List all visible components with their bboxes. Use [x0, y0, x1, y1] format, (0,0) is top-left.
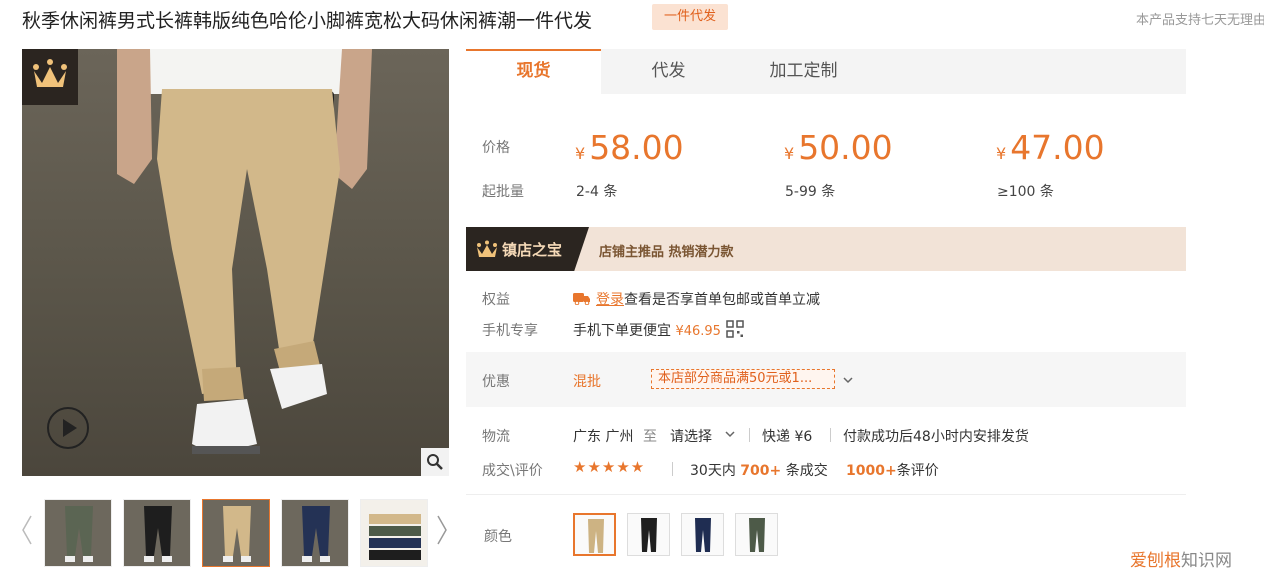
moq-label: 起批量	[482, 184, 524, 200]
treasure-badge: 镇店之宝	[466, 227, 589, 271]
price-tier-1: ¥58.00	[575, 128, 684, 167]
reviews-count: 1000+	[846, 463, 897, 479]
ship-origin: 广东 广州	[573, 429, 634, 445]
divider	[749, 428, 750, 442]
deals-suffix: 条成交	[785, 463, 828, 479]
return-policy-notice: 本产品支持七天无理由	[1136, 13, 1264, 28]
divider	[672, 462, 673, 476]
mobile-price: ¥46.95	[675, 324, 721, 339]
featured-crown-badge	[22, 49, 78, 105]
deals-prefix: 30天内	[690, 463, 736, 479]
qty-tier-2: 5-99 条	[785, 184, 836, 200]
model-pants-illustration	[117, 49, 372, 454]
treasure-title: 镇店之宝	[502, 241, 563, 259]
thumbnail-strip	[44, 499, 428, 567]
logistics-label: 物流	[482, 429, 510, 445]
main-product-image[interactable]	[22, 49, 449, 476]
thumbnail-navy[interactable]	[281, 499, 349, 567]
tab-custom[interactable]: 加工定制	[736, 49, 871, 94]
store-treasure-banner: 镇店之宝 店铺主推品 热销潜力款	[466, 227, 1186, 271]
benefits-label: 权益	[482, 292, 510, 308]
play-icon	[63, 419, 77, 437]
qr-code-icon[interactable]	[726, 320, 744, 338]
price-tier-3: ¥47.00	[996, 128, 1105, 167]
thumbnail-folded-stack[interactable]	[360, 499, 428, 567]
watermark-suffix: 知识网	[1181, 551, 1232, 571]
magnifier-icon	[427, 454, 443, 470]
price-value: 58.00	[589, 128, 684, 167]
divider	[830, 428, 831, 442]
login-link[interactable]: 登录	[596, 292, 624, 308]
mobile-row: 手机下单更便宜 ¥46.95	[573, 320, 721, 340]
price-tier-2: ¥50.00	[784, 128, 893, 167]
gift-truck-icon	[573, 293, 590, 305]
thumbnail-black[interactable]	[123, 499, 191, 567]
price-label: 价格	[482, 140, 510, 156]
section-divider	[466, 494, 1186, 495]
zoom-button[interactable]	[421, 448, 449, 476]
color-swatch-black[interactable]	[627, 513, 670, 556]
qty-tier-3: ≥100 条	[997, 184, 1054, 200]
reviews-suffix: 条评价	[896, 463, 939, 479]
color-swatch-khaki[interactable]	[573, 513, 616, 556]
ship-note: 付款成功后48小时内安排发货	[843, 429, 1029, 445]
tab-dropship[interactable]: 代发	[601, 49, 736, 94]
crown-icon	[477, 240, 497, 257]
purchase-mode-tabs: 现货 代发 加工定制	[466, 49, 1186, 94]
thumbnail-olive[interactable]	[44, 499, 112, 567]
color-label: 颜色	[484, 529, 512, 545]
qty-tier-1: 2-4 条	[576, 184, 618, 200]
promo-coupon-tag[interactable]: 本店部分商品满50元或1...	[651, 369, 835, 389]
destination-select[interactable]: 请选择	[670, 426, 712, 446]
price-value: 47.00	[1010, 128, 1105, 167]
chevron-left-icon	[22, 515, 32, 545]
thumbnail-khaki[interactable]	[202, 499, 270, 567]
mobile-label: 手机专享	[482, 323, 538, 339]
color-swatch-navy[interactable]	[681, 513, 724, 556]
rating-stars: ★★★★★	[573, 458, 646, 476]
dropship-badge: 一件代发	[652, 4, 728, 30]
ship-to-word: 至	[643, 429, 657, 445]
price-value: 50.00	[798, 128, 893, 167]
tab-in-stock[interactable]: 现货	[466, 49, 601, 94]
promo-label: 优惠	[482, 374, 510, 390]
chevron-down-icon[interactable]	[724, 429, 736, 439]
product-title: 秋季休闲裤男式长裤韩版纯色哈伦小脚裤宽松大码休闲裤潮一件代发	[22, 10, 593, 32]
currency-symbol: ¥	[575, 144, 586, 163]
site-watermark: 爱刨根知识网	[1130, 546, 1232, 571]
benefits-text: 查看是否享首单包邮或首单立减	[624, 292, 820, 308]
deals-count: 700+	[740, 463, 782, 479]
currency-symbol: ¥	[784, 144, 795, 163]
treasure-text: 店铺主推品 热销潜力款	[599, 245, 734, 260]
thumbnail-prev-arrow[interactable]	[20, 510, 34, 550]
chevron-right-icon	[437, 515, 447, 545]
mobile-text: 手机下单更便宜	[573, 323, 671, 339]
crown-icon	[33, 59, 67, 87]
reviews-stat[interactable]: 1000+条评价	[846, 460, 939, 480]
watermark-brand: 爱刨根	[1130, 551, 1181, 571]
deals-stat: 30天内 700+ 条成交	[690, 460, 828, 480]
play-video-button[interactable]	[47, 407, 89, 449]
color-swatch-olive[interactable]	[735, 513, 778, 556]
thumbnail-next-arrow[interactable]	[435, 510, 449, 550]
currency-symbol: ¥	[996, 144, 1007, 163]
benefits-row: 登录查看是否享首单包邮或首单立减	[596, 289, 820, 309]
express-fee: 快递 ¥6	[762, 429, 813, 445]
chevron-down-icon[interactable]	[842, 375, 854, 385]
promo-type: 混批	[573, 374, 601, 390]
reviews-label: 成交\评价	[482, 463, 543, 479]
